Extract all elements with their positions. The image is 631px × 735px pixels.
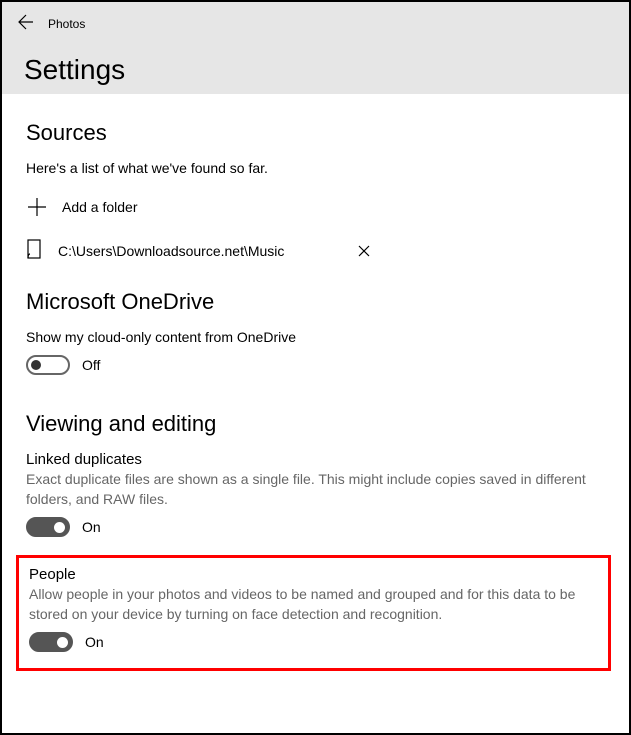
linked-duplicates-label: Linked duplicates [26, 451, 605, 468]
folder-icon [26, 238, 44, 265]
linked-duplicates-toggle[interactable] [26, 517, 70, 537]
onedrive-section: Microsoft OneDrive Show my cloud-only co… [26, 289, 605, 375]
remove-folder-button[interactable] [358, 244, 370, 260]
people-highlight-box: People Allow people in your photos and v… [16, 555, 611, 671]
back-button[interactable] [18, 14, 34, 35]
add-folder-label: Add a folder [62, 199, 138, 215]
linked-duplicates-toggle-row: On [26, 517, 605, 537]
add-folder-button[interactable]: Add a folder [26, 196, 605, 218]
toggle-knob [31, 360, 41, 370]
people-toggle[interactable] [29, 632, 73, 652]
folder-path: C:\Users\Downloadsource.net\Music [58, 242, 284, 260]
close-icon [358, 245, 370, 257]
linked-duplicates-desc: Exact duplicate files are shown as a sin… [26, 470, 605, 509]
content: Sources Here's a list of what we've foun… [2, 94, 629, 691]
header-bar: Photos Settings [2, 2, 629, 94]
people-desc: Allow people in your photos and videos t… [29, 585, 598, 624]
sources-subtext: Here's a list of what we've found so far… [26, 160, 605, 176]
folder-item: C:\Users\Downloadsource.net\Music [26, 238, 605, 265]
viewing-title: Viewing and editing [26, 411, 605, 437]
toggle-knob [54, 522, 65, 533]
back-arrow-icon [18, 14, 34, 30]
onedrive-toggle[interactable] [26, 355, 70, 375]
plus-icon [26, 196, 48, 218]
sources-title: Sources [26, 120, 605, 146]
people-state-label: On [85, 634, 104, 650]
onedrive-toggle-row: Off [26, 355, 605, 375]
viewing-section: Viewing and editing Linked duplicates Ex… [26, 411, 605, 671]
toggle-knob [57, 637, 68, 648]
onedrive-desc: Show my cloud-only content from OneDrive [26, 329, 605, 345]
page-title: Settings [24, 54, 613, 86]
app-name: Photos [48, 17, 85, 31]
linked-duplicates-state-label: On [82, 519, 101, 535]
people-toggle-row: On [29, 632, 598, 652]
people-label: People [29, 566, 598, 583]
onedrive-state-label: Off [82, 357, 100, 373]
top-row: Photos [18, 10, 613, 38]
onedrive-title: Microsoft OneDrive [26, 289, 605, 315]
